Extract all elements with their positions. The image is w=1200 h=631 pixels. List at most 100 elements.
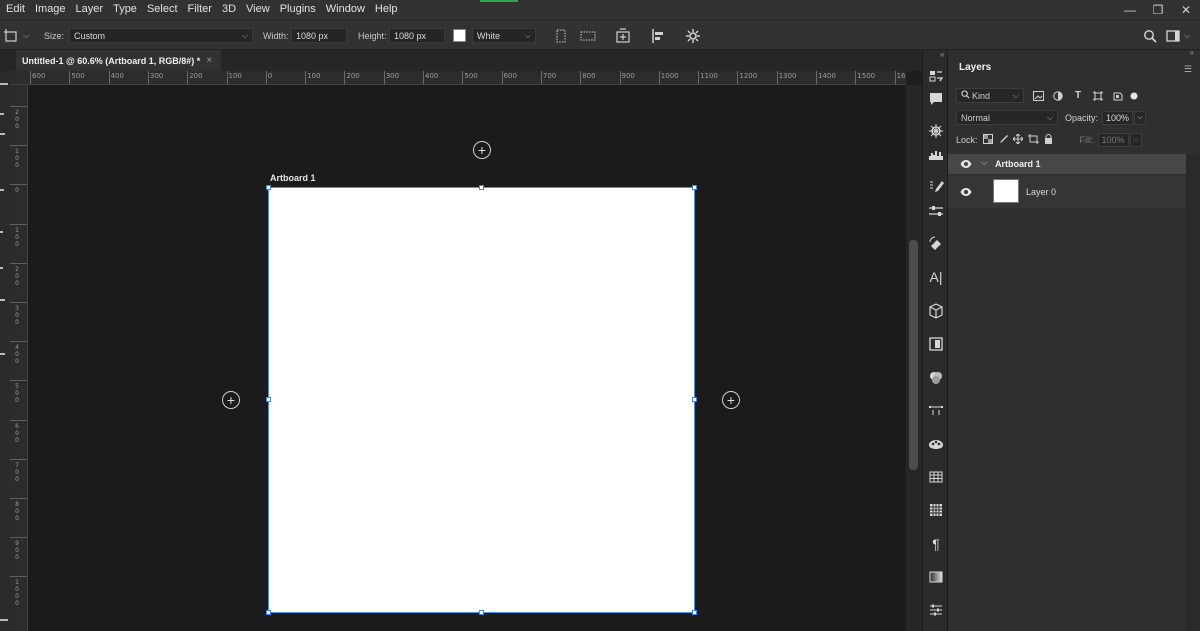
align-icon[interactable] [651, 28, 665, 44]
menu-view[interactable]: View [241, 0, 275, 19]
add-artboard-icon[interactable] [615, 27, 631, 44]
artboard-label[interactable]: Artboard 1 [270, 173, 316, 183]
navigator-icon[interactable] [927, 122, 945, 140]
workspace-icon[interactable] [1166, 29, 1182, 43]
channels-icon[interactable] [927, 369, 945, 387]
table-icon[interactable] [927, 468, 945, 486]
horizontal-ruler[interactable]: 600 500 400 300 200 100 0 100 200 300 400 500 600 700… [10, 71, 906, 85]
size-select[interactable]: Custom ⌵ [69, 28, 253, 43]
pixel-filter-icon[interactable] [1032, 90, 1044, 102]
3d-icon[interactable] [927, 302, 945, 320]
tool-icon[interactable] [0, 83, 8, 85]
artboard[interactable] [268, 187, 695, 613]
transform-handle[interactable] [266, 185, 271, 190]
transform-handle[interactable] [692, 610, 697, 615]
comments-icon[interactable] [927, 90, 945, 108]
lock-image-pixels-icon[interactable] [998, 134, 1008, 147]
blend-mode-select[interactable]: Normal ⌵ [956, 110, 1058, 125]
portrait-orientation-icon[interactable] [554, 29, 568, 43]
close-icon[interactable]: × [206, 55, 212, 66]
lock-position-icon[interactable] [1012, 133, 1023, 147]
search-icon[interactable] [1143, 29, 1157, 43]
tool-icon[interactable] [0, 231, 3, 233]
transform-handle[interactable] [266, 610, 271, 615]
close-window-button[interactable]: ✕ [1172, 3, 1200, 17]
menu-help[interactable]: Help [370, 0, 403, 19]
minimize-button[interactable]: — [1116, 3, 1144, 17]
shape-filter-icon[interactable] [1092, 90, 1104, 102]
tool-icon[interactable] [0, 353, 5, 355]
landscape-orientation-icon[interactable] [580, 29, 596, 43]
add-artboard-top-button[interactable]: + [473, 141, 491, 159]
panel-menu-icon[interactable]: ☰ [1184, 64, 1192, 75]
background-color-swatch[interactable] [453, 29, 466, 42]
add-artboard-right-button[interactable]: + [722, 391, 740, 409]
layer-row-layer-0[interactable]: Layer 0 [948, 176, 1186, 208]
menu-layer[interactable]: Layer [71, 0, 109, 19]
expand-chevron-icon[interactable]: ⌵ [981, 158, 987, 168]
adjustments-icon[interactable] [927, 601, 945, 619]
menu-window[interactable]: Window [321, 0, 370, 19]
tool-presets-icon[interactable] [927, 202, 945, 220]
collapse-icon[interactable]: » [1190, 48, 1194, 57]
transform-handle[interactable] [692, 397, 697, 402]
tool-icon[interactable] [0, 299, 5, 301]
lock-transparent-pixels-icon[interactable] [982, 133, 993, 147]
collapse-panels-icon[interactable]: « [940, 50, 944, 59]
artboard-tool-preset[interactable]: ⌵ [4, 20, 29, 51]
lock-all-icon[interactable] [1044, 133, 1053, 147]
smart-object-filter-icon[interactable] [1112, 90, 1124, 102]
history-icon[interactable] [927, 67, 945, 85]
fill-input[interactable]: 100% [1097, 133, 1129, 147]
tool-icon[interactable] [0, 619, 8, 621]
fill-dropdown[interactable]: ⌵ [1129, 133, 1142, 147]
background-select[interactable]: White ⌵ [472, 28, 536, 43]
add-artboard-left-button[interactable]: + [222, 391, 240, 409]
kind-filter-select[interactable]: Kind ⌵ [956, 88, 1024, 103]
patterns-icon[interactable] [927, 501, 945, 519]
paths-icon[interactable] [927, 402, 945, 420]
gradients-icon[interactable] [927, 568, 945, 586]
menu-filter[interactable]: Filter [183, 0, 217, 19]
height-input[interactable]: 1080 px [389, 28, 445, 43]
menu-image[interactable]: Image [30, 0, 71, 19]
layer-row-artboard-1[interactable]: ⌵ Artboard 1 [948, 154, 1186, 174]
restore-button[interactable]: ❐ [1144, 3, 1172, 17]
layers-tab[interactable]: Layers [959, 62, 991, 73]
filter-toggle-icon[interactable] [1128, 90, 1140, 102]
lock-artboard-icon[interactable] [1027, 133, 1039, 147]
paragraph-icon[interactable]: ¶ [927, 535, 945, 553]
gear-icon[interactable] [686, 28, 700, 43]
canvas-vertical-scrollbar[interactable] [906, 85, 922, 631]
scrollbar-thumb[interactable] [909, 240, 918, 470]
transform-handle[interactable] [692, 185, 697, 190]
tool-icon[interactable] [0, 113, 4, 115]
transform-handle[interactable] [479, 185, 484, 190]
eye-icon[interactable] [960, 159, 972, 169]
tool-icon[interactable] [0, 189, 4, 191]
tool-icon[interactable] [0, 133, 5, 135]
type-filter-icon[interactable]: T [1072, 90, 1084, 102]
menu-3d[interactable]: 3D [217, 0, 241, 19]
tool-icon[interactable] [0, 267, 3, 269]
document-tab[interactable]: Untitled-1 @ 60.6% (Artboard 1, RGB/8#) … [16, 50, 221, 71]
transform-handle[interactable] [479, 610, 484, 615]
width-input[interactable]: 1080 px [291, 28, 347, 43]
vertical-ruler[interactable]: 20010001002003004005006007008009001000 [10, 85, 28, 631]
menu-type[interactable]: Type [108, 0, 142, 19]
adjustment-filter-icon[interactable] [1052, 90, 1064, 102]
transform-handle[interactable] [266, 397, 271, 402]
opacity-dropdown[interactable]: ⌵ [1134, 110, 1147, 125]
opacity-input[interactable]: 100% [1102, 110, 1134, 125]
histogram-icon[interactable] [927, 146, 945, 164]
menu-plugins[interactable]: Plugins [275, 0, 321, 19]
eye-icon[interactable] [960, 187, 972, 197]
menu-select[interactable]: Select [142, 0, 183, 19]
properties-icon[interactable] [927, 335, 945, 353]
brushes-icon[interactable] [927, 178, 945, 196]
swatches-icon[interactable] [927, 435, 945, 453]
menu-edit[interactable]: Edit [0, 0, 30, 19]
color-replace-icon[interactable] [927, 235, 945, 253]
layers-scrollbar[interactable] [1186, 154, 1200, 631]
character-icon[interactable]: A| [927, 268, 945, 286]
